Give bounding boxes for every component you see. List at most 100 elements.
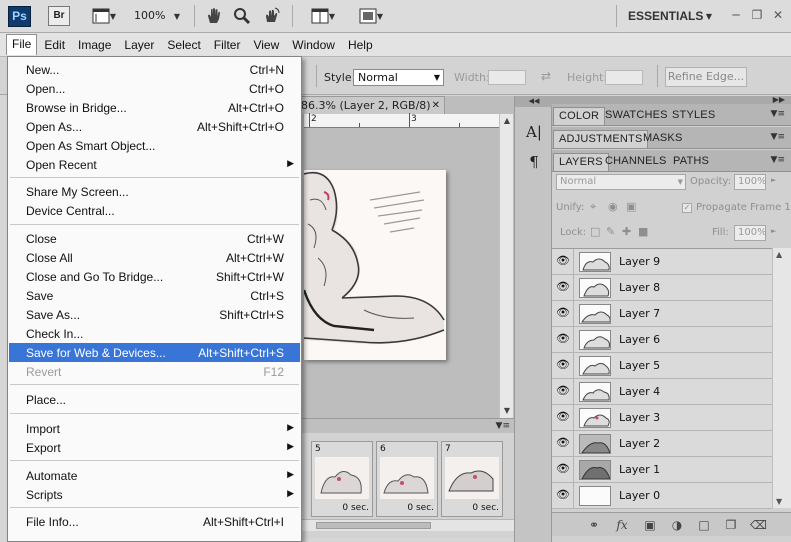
link-layers-icon[interactable]: ⚭ (586, 517, 602, 533)
menu-item-device-central[interactable]: Device Central... (8, 201, 301, 220)
menu-help[interactable]: Help (342, 35, 379, 55)
layer-row[interactable]: 👁 Layer 4 (552, 379, 772, 405)
layer-style-icon[interactable]: fx (614, 517, 630, 533)
frame-duration[interactable]: 0 sec. (407, 503, 434, 513)
lock-pixels-icon[interactable]: ✎ (606, 225, 615, 238)
close-icon[interactable]: ✕ (771, 8, 785, 22)
minimize-icon[interactable]: ─ (729, 8, 743, 22)
arrange-documents-button[interactable]: ▼ (304, 6, 342, 26)
paragraph-panel-icon[interactable]: ¶ (524, 152, 544, 172)
visibility-toggle[interactable]: 👁 (552, 405, 574, 430)
height-input[interactable] (605, 70, 643, 85)
menu-item-revert[interactable]: Revert F12 (8, 362, 301, 381)
menu-item-browse-in-bridge[interactable]: Browse in Bridge... Alt+Ctrl+O (8, 98, 301, 117)
visibility-toggle[interactable]: 👁 (552, 353, 574, 378)
layer-name[interactable]: Layer 8 (619, 281, 660, 294)
animation-horizontal-scrollbar[interactable] (296, 519, 514, 531)
collapse-panels-icon[interactable]: ▶▶ (773, 95, 785, 104)
tab-paths[interactable]: PATHS (668, 153, 714, 171)
opacity-input[interactable]: 100% (734, 174, 767, 190)
scroll-down-icon[interactable]: ▼ (500, 404, 514, 418)
menu-item-open-as[interactable]: Open As... Alt+Shift+Ctrl+O (8, 117, 301, 136)
scroll-thumb[interactable] (316, 522, 431, 529)
launch-bridge-button[interactable]: Br (48, 6, 70, 26)
tab-swatches[interactable]: SWATCHES (600, 107, 673, 125)
panel-menu-icon[interactable]: ▼≡ (496, 419, 510, 433)
rotate-view-button[interactable] (262, 6, 282, 26)
unify-visibility-icon[interactable]: ◉ (608, 200, 618, 213)
unify-style-icon[interactable]: ▣ (626, 200, 636, 213)
visibility-toggle[interactable]: 👁 (552, 249, 574, 274)
layer-row[interactable]: 👁 Layer 2 (552, 431, 772, 457)
close-document-icon[interactable]: ✕ (432, 97, 440, 114)
visibility-toggle[interactable]: 👁 (552, 483, 574, 508)
layer-row[interactable]: 👁 Layer 7 (552, 301, 772, 327)
zoom-level[interactable]: 100% (134, 9, 165, 22)
layer-name[interactable]: Layer 2 (619, 437, 660, 450)
new-group-icon[interactable]: □ (696, 517, 712, 533)
workspace-switcher[interactable]: ESSENTIALS (628, 9, 703, 23)
visibility-toggle[interactable]: 👁 (552, 327, 574, 352)
menu-item-open-as-smart-object[interactable]: Open As Smart Object... (8, 136, 301, 155)
add-mask-icon[interactable]: ▣ (642, 517, 658, 533)
menu-item-save-as[interactable]: Save As... Shift+Ctrl+S (8, 305, 301, 324)
layer-name[interactable]: Layer 1 (619, 463, 660, 476)
tab-styles[interactable]: STYLES (667, 107, 720, 125)
character-panel-icon[interactable]: A| (524, 122, 544, 142)
style-select[interactable]: Normal ▼ (353, 69, 444, 86)
visibility-toggle[interactable]: 👁 (552, 431, 574, 456)
layer-row[interactable]: 👁 Layer 1 (552, 457, 772, 483)
scroll-down-icon[interactable]: ▼ (776, 497, 782, 506)
opacity-slider-icon[interactable]: ► (771, 176, 776, 184)
menu-item-export[interactable]: Export ▶ (8, 438, 301, 457)
layer-name[interactable]: Layer 7 (619, 307, 660, 320)
scroll-up-icon[interactable]: ▲ (500, 114, 514, 128)
layer-row[interactable]: 👁 Layer 9 (552, 249, 772, 275)
tab-channels[interactable]: CHANNELS (600, 153, 672, 171)
scroll-up-icon[interactable]: ▲ (776, 250, 782, 259)
menu-item-share-my-screen[interactable]: Share My Screen... (8, 182, 301, 201)
lock-position-icon[interactable]: ✚ (622, 225, 631, 238)
panel-menu-icon[interactable]: ▼≡ (771, 109, 785, 119)
menu-item-open[interactable]: Open... Ctrl+O (8, 79, 301, 98)
dock-collapse-icon[interactable]: ◀◀ (515, 96, 553, 107)
menu-item-close-all[interactable]: Close All Alt+Ctrl+W (8, 248, 301, 267)
zoom-tool-button[interactable] (232, 6, 252, 26)
swap-icon[interactable]: ⇄ (541, 69, 551, 83)
menu-edit[interactable]: Edit (38, 35, 71, 55)
visibility-toggle[interactable]: 👁 (552, 301, 574, 326)
unify-position-icon[interactable]: ⌖ (590, 200, 596, 214)
menu-item-close-and-go-to-bridge[interactable]: Close and Go To Bridge... Shift+Ctrl+W (8, 267, 301, 286)
menu-item-new[interactable]: New... Ctrl+N (8, 60, 301, 79)
restore-icon[interactable]: ❐ (750, 8, 764, 22)
tab-color[interactable]: COLOR (553, 107, 606, 125)
hand-tool-button[interactable] (204, 6, 224, 26)
menu-layer[interactable]: Layer (118, 35, 160, 55)
menu-image[interactable]: Image (72, 35, 117, 55)
delete-layer-icon[interactable]: ⌫ (750, 517, 767, 533)
menu-item-open-recent[interactable]: Open Recent ▶ (8, 155, 301, 174)
layers-scrollbar[interactable]: ▲ ▼ (772, 248, 791, 508)
blend-mode-select[interactable]: Normal ▼ (556, 174, 686, 190)
menu-item-scripts[interactable]: Scripts ▶ (8, 485, 301, 504)
menu-view[interactable]: View (247, 35, 285, 55)
screen-mode-button[interactable]: ▼ (352, 6, 390, 26)
width-input[interactable] (488, 70, 526, 85)
visibility-toggle[interactable]: 👁 (552, 457, 574, 482)
fill-input[interactable]: 100% (734, 225, 767, 241)
visibility-toggle[interactable]: 👁 (552, 275, 574, 300)
new-layer-icon[interactable]: ❐ (723, 517, 739, 533)
menu-item-import[interactable]: Import ▶ (8, 419, 301, 438)
menu-select[interactable]: Select (161, 35, 206, 55)
menu-filter[interactable]: Filter (208, 35, 247, 55)
menu-item-automate[interactable]: Automate ▶ (8, 466, 301, 485)
document-vertical-scrollbar[interactable]: ▲ ▼ (499, 114, 513, 418)
lock-all-icon[interactable]: ■ (638, 225, 648, 238)
panel-menu-icon[interactable]: ▼≡ (771, 132, 785, 142)
menu-item-check-in[interactable]: Check In... (8, 324, 301, 343)
canvas-artwork[interactable] (304, 170, 446, 360)
menu-item-close[interactable]: Close Ctrl+W (8, 229, 301, 248)
lock-transparency-icon[interactable]: □ (590, 225, 600, 238)
layer-row[interactable]: 👁 Layer 8 (552, 275, 772, 301)
animation-frame[interactable]: 5 0 sec. (311, 441, 373, 517)
